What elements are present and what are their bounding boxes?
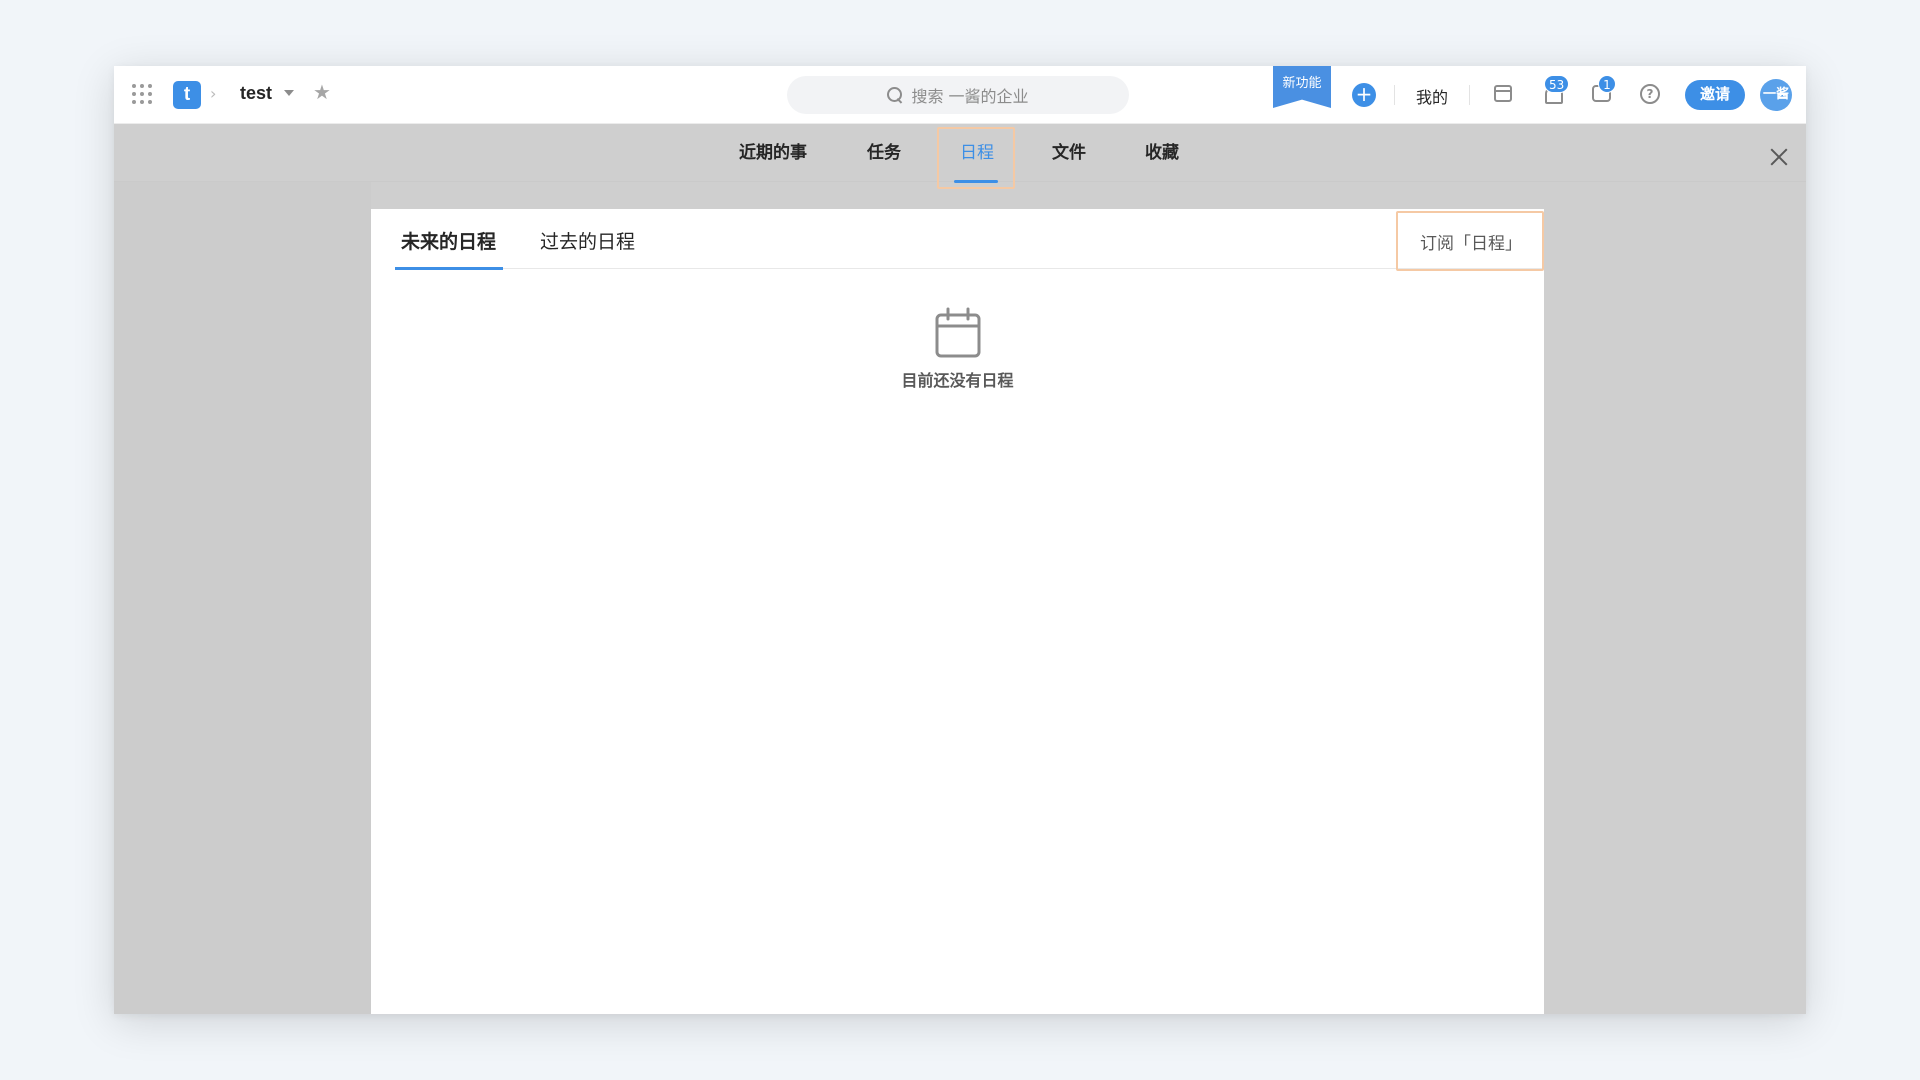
search-icon [887, 87, 903, 103]
top-bar: t › test ★ 搜索 一酱的企业 新功能 + 我的 53 1 ? 邀请 一… [114, 66, 1806, 124]
calendar-icon[interactable] [1494, 85, 1512, 102]
divider [1394, 85, 1395, 105]
workspace-logo[interactable]: t [173, 81, 201, 109]
calendar-icon [934, 307, 982, 363]
tab-favorites[interactable]: 收藏 [1143, 124, 1181, 182]
search-placeholder: 搜索 一酱的企业 [911, 87, 1029, 106]
new-feature-ribbon[interactable]: 新功能 [1273, 66, 1331, 108]
tab-upcoming-schedule[interactable]: 未来的日程 [401, 227, 496, 254]
avatar[interactable]: 一酱 [1760, 79, 1792, 111]
subtab-underline [395, 267, 503, 270]
caret-down-icon[interactable] [284, 90, 294, 96]
mine-button[interactable]: 我的 [1416, 84, 1448, 108]
empty-state: 目前还没有日程 [371, 307, 1544, 391]
search-input[interactable]: 搜索 一酱的企业 [787, 76, 1129, 114]
help-icon[interactable]: ? [1640, 84, 1660, 104]
project-name[interactable]: test [240, 83, 272, 104]
chevron-right-icon: › [210, 84, 217, 103]
invite-button[interactable]: 邀请 [1685, 80, 1745, 110]
empty-state-text: 目前还没有日程 [901, 371, 1014, 390]
schedule-panel: 未来的日程 过去的日程 订阅「日程」 目前还没有日程 [371, 209, 1544, 1014]
notifications-badge: 53 [1544, 75, 1570, 93]
subscribe-schedule-button[interactable]: 订阅「日程」 [1420, 229, 1522, 254]
apps-grid-icon[interactable] [132, 84, 152, 104]
tabs-baseline [395, 268, 1544, 269]
add-icon[interactable]: + [1352, 83, 1376, 107]
close-icon[interactable] [1768, 146, 1790, 168]
tab-tasks[interactable]: 任务 [865, 124, 903, 182]
star-icon[interactable]: ★ [313, 80, 331, 104]
tab-past-schedule[interactable]: 过去的日程 [540, 227, 635, 254]
messages-badge: 1 [1598, 75, 1616, 93]
active-tab-underline [954, 180, 998, 183]
tab-recent[interactable]: 近期的事 [737, 124, 809, 182]
tab-files[interactable]: 文件 [1050, 124, 1088, 182]
subscribe-highlight: 订阅「日程」 [1396, 211, 1544, 271]
app-window: t › test ★ 搜索 一酱的企业 新功能 + 我的 53 1 ? 邀请 一… [114, 66, 1806, 1014]
schedule-tabs: 未来的日程 过去的日程 订阅「日程」 [371, 209, 1544, 271]
divider [1469, 85, 1470, 105]
